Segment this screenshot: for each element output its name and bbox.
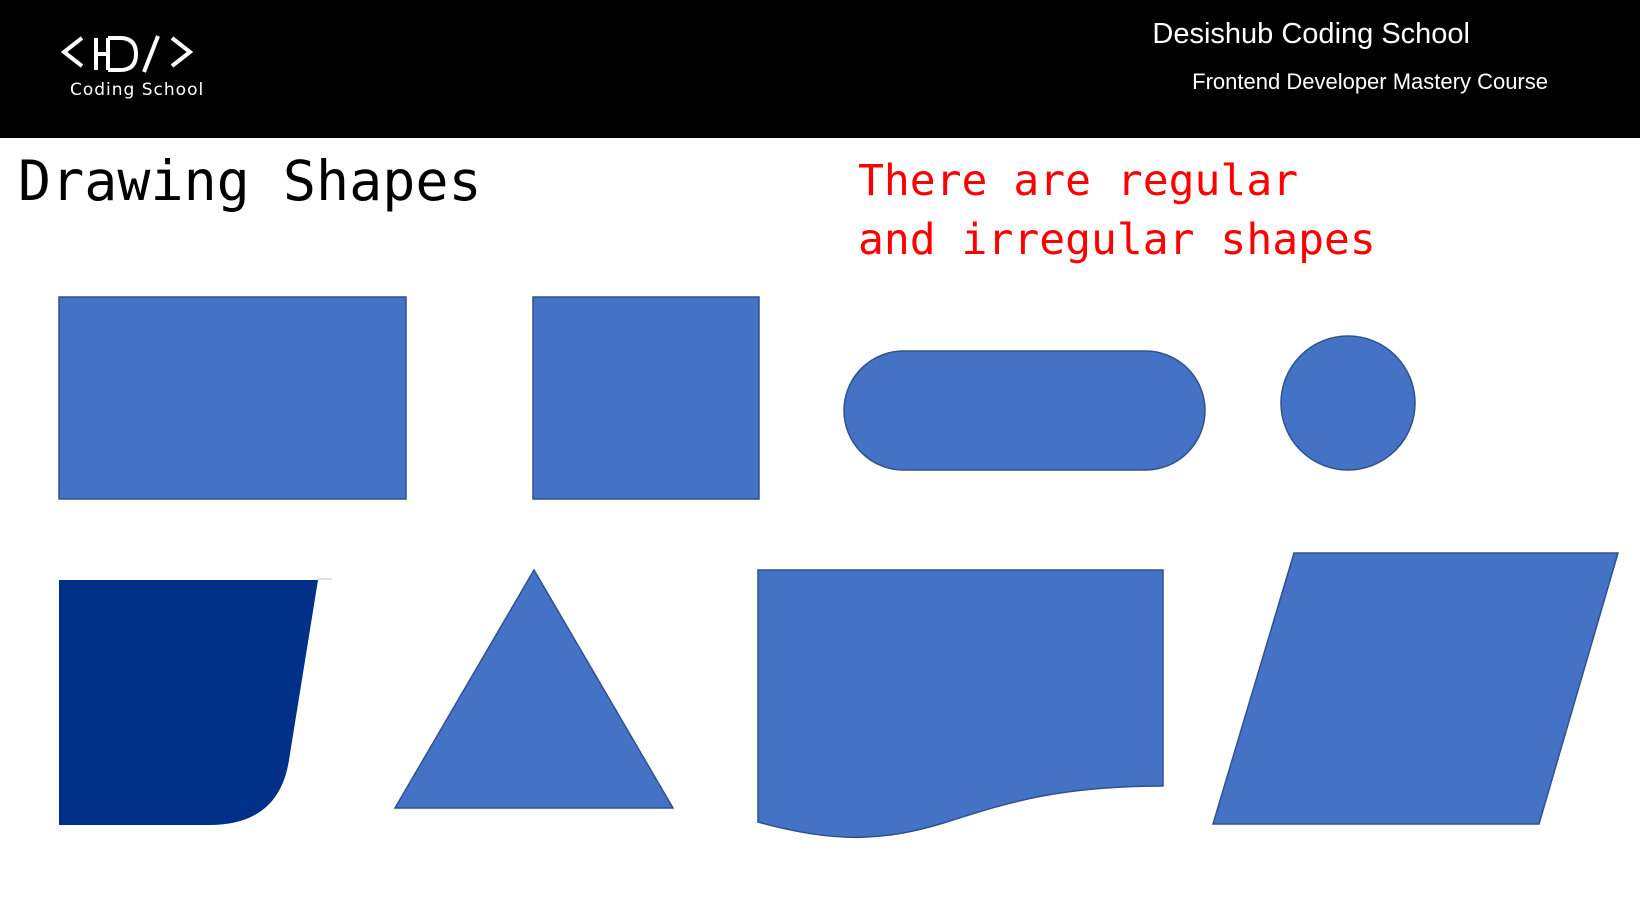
parallelogram-shape-icon[interactable] — [1211, 552, 1619, 825]
irregular-shape-icon[interactable] — [59, 580, 318, 825]
shapes-canvas — [58, 296, 1619, 839]
triangle-shape-icon[interactable] — [393, 568, 675, 809]
square-shape-icon[interactable] — [532, 296, 760, 500]
pill-shape-icon[interactable] — [843, 350, 1206, 471]
rectangle-shape-icon[interactable] — [58, 296, 407, 500]
circle-shape-icon[interactable] — [1280, 335, 1416, 471]
slide: Coding School Desishub Coding School Fro… — [0, 0, 1640, 924]
document-shape-icon[interactable] — [757, 569, 1164, 839]
